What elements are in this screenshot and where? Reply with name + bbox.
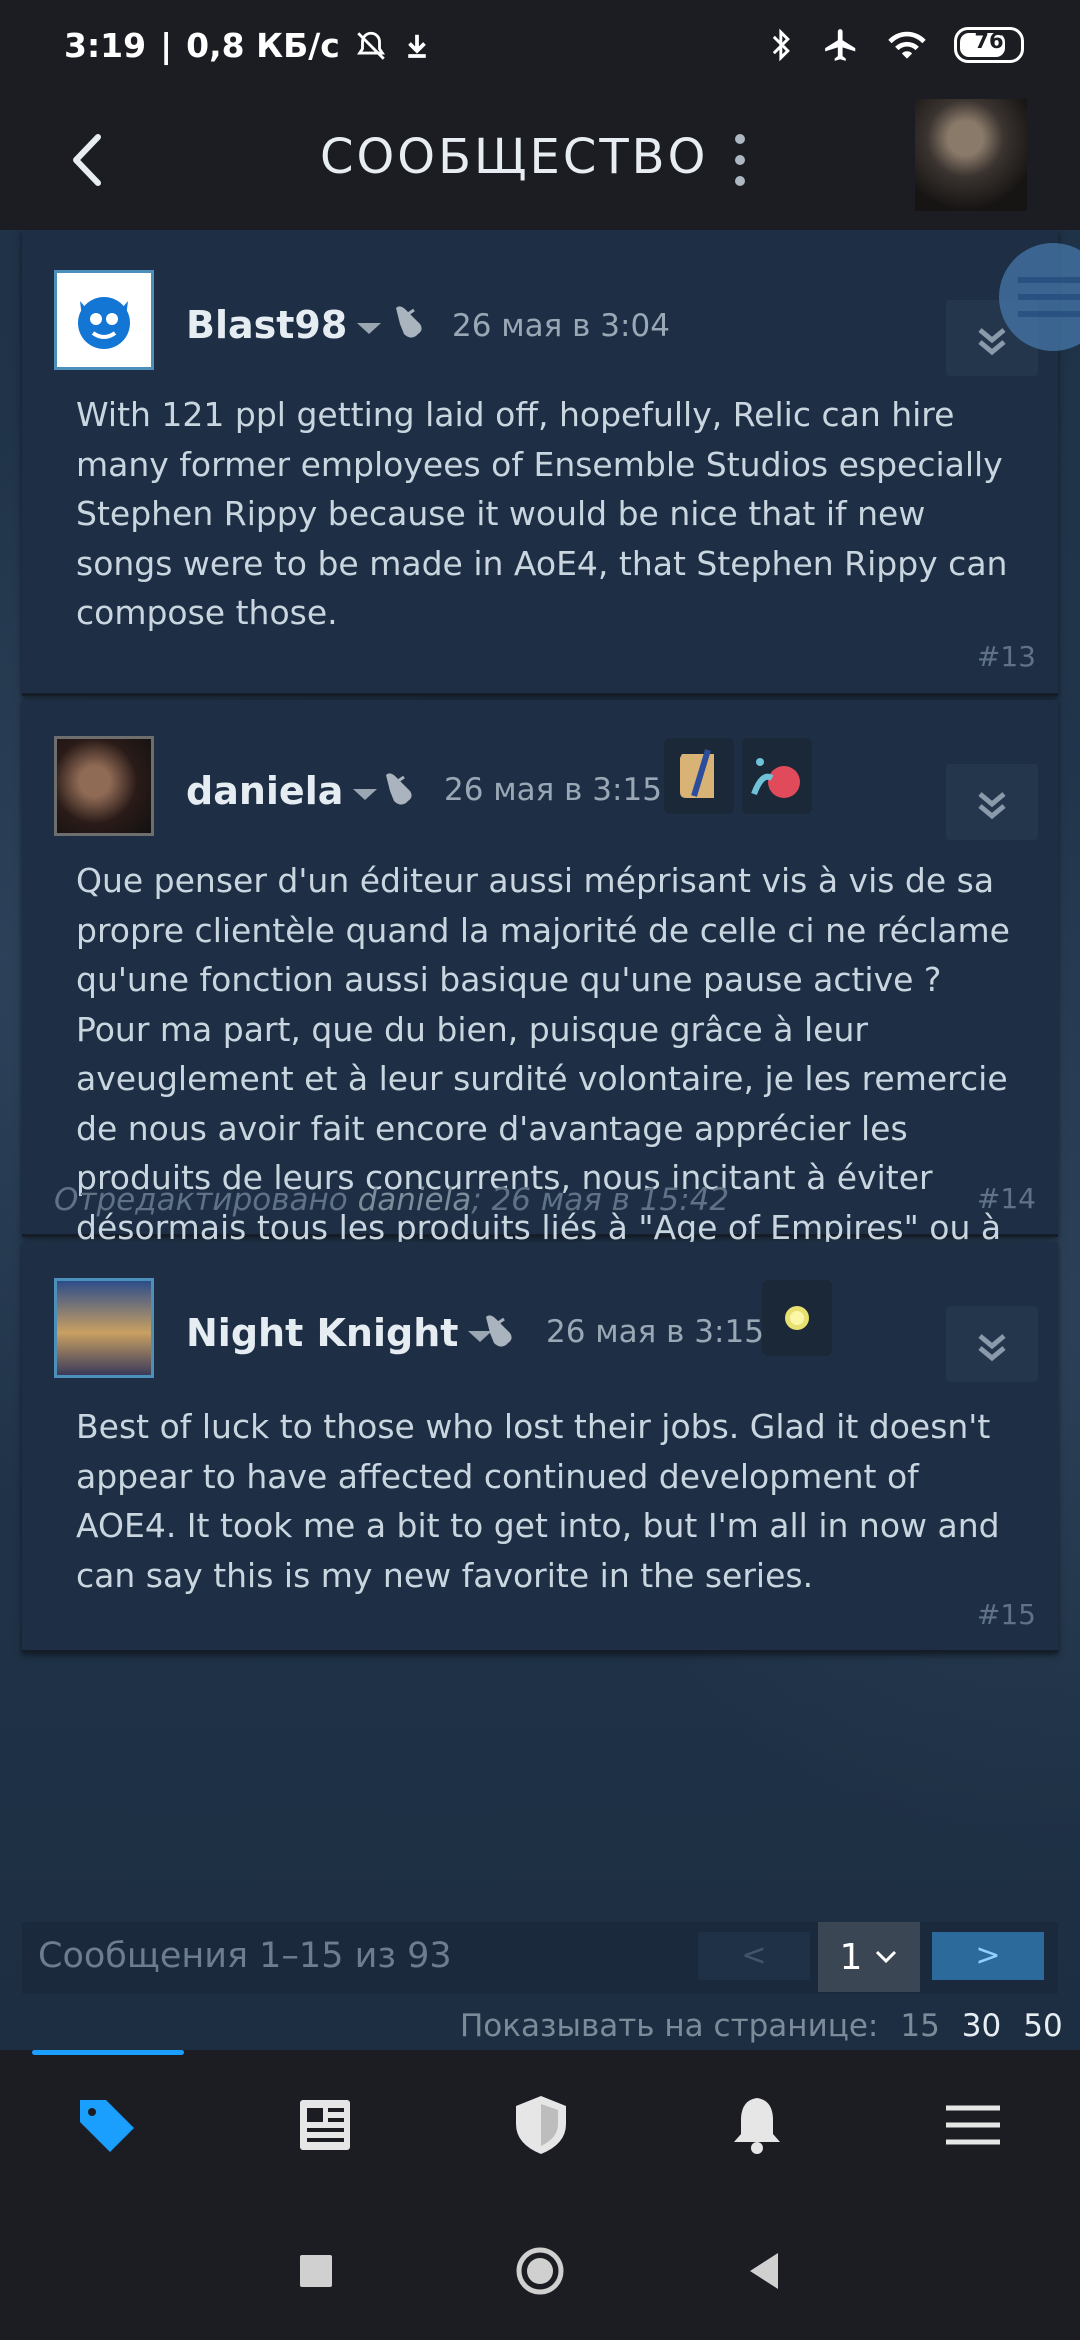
post-author[interactable]: Night Knight: [186, 1311, 493, 1355]
system-nav-bar: [0, 2200, 1080, 2340]
avatar[interactable]: [54, 270, 154, 370]
back-arrow-icon[interactable]: [56, 125, 126, 195]
edited-by[interactable]: daniela: [358, 1182, 472, 1218]
floating-menu-icon[interactable]: [998, 242, 1080, 352]
bell-icon[interactable]: [722, 2090, 792, 2160]
page-select[interactable]: 1: [818, 1922, 920, 1992]
mouse-icon: [386, 773, 412, 805]
bottom-nav: [0, 2050, 1080, 2200]
more-vertical-icon[interactable]: [720, 125, 760, 195]
post-number[interactable]: #14: [977, 1182, 1036, 1215]
user-avatar[interactable]: [915, 99, 1027, 211]
blue-creature-avatar-icon: [78, 297, 130, 349]
edited-note: Отредактировано daniela; 26 мая в 15:42: [54, 1182, 730, 1218]
prev-page-button[interactable]: <: [698, 1932, 810, 1980]
menu-icon[interactable]: [938, 2090, 1008, 2160]
scroll-badge-icon[interactable]: [664, 738, 734, 814]
download-icon: [408, 34, 426, 58]
post-timestamp: 26 мая в 3:15: [444, 772, 662, 808]
pagination-bar: Сообщения 1–15 из 93 < 1 >: [22, 1922, 1058, 1994]
dnd-icon: [356, 31, 385, 60]
avatar[interactable]: [54, 1278, 154, 1378]
status-speed: 0,8 КБ/с: [186, 26, 340, 65]
per-page-option-30[interactable]: 30: [962, 2008, 1001, 2044]
bluetooth-icon: [772, 28, 790, 62]
per-page-selector: Показывать на странице: 15 30 50: [460, 2008, 1063, 2044]
square-icon[interactable]: [290, 2245, 342, 2297]
caret-down-icon[interactable]: [357, 322, 382, 334]
message-count: Сообщения 1–15 из 93: [38, 1936, 452, 1976]
status-left: 3:19 | 0,8 КБ/с: [64, 26, 432, 65]
status-bar: 3:19 | 0,8 КБ/с 76: [0, 0, 1080, 95]
post-number[interactable]: #15: [977, 1598, 1036, 1631]
glowing-orb-badge-icon[interactable]: [762, 1280, 832, 1356]
chevron-double-down-icon[interactable]: [946, 1306, 1038, 1382]
news-icon[interactable]: [290, 2090, 360, 2160]
post-timestamp: 26 мая в 3:15: [546, 1314, 764, 1350]
next-page-button[interactable]: >: [932, 1932, 1044, 1980]
circle-icon[interactable]: [514, 2245, 566, 2297]
forum-post: Blast98 26 мая в 3:04 With 121 ppl getti…: [22, 230, 1058, 696]
forum-post: Night Knight 26 мая в 3:15 Best of luck …: [22, 1242, 1058, 1653]
post-author[interactable]: Blast98: [186, 303, 382, 347]
forum-post: daniela 26 мая в 3:15 Que penser d'un éd…: [22, 700, 1058, 1395]
mouse-icon: [486, 1315, 512, 1347]
post-timestamp: 26 мая в 3:04: [452, 308, 670, 344]
post-number[interactable]: #13: [977, 640, 1036, 673]
active-tab-indicator: [32, 2050, 184, 2055]
page-title: СООБЩЕСТВО: [320, 129, 709, 185]
chevron-double-down-icon[interactable]: [946, 764, 1038, 840]
status-right: 76: [768, 26, 1024, 64]
forum-thread: Blast98 26 мая в 3:04 With 121 ppl getti…: [0, 230, 1080, 2050]
post-author[interactable]: daniela: [186, 769, 378, 813]
app-header: СООБЩЕСТВО: [0, 95, 1080, 230]
battery-level: 76: [974, 29, 1004, 53]
wifi-icon: [888, 31, 926, 59]
avatar[interactable]: [54, 736, 154, 836]
battery-icon: 76: [954, 27, 1024, 63]
post-body: With 121 ppl getting laid off, hopefully…: [76, 395, 1008, 632]
status-time: 3:19: [64, 26, 147, 65]
triangle-back-icon[interactable]: [738, 2245, 790, 2297]
per-page-option-50[interactable]: 50: [1023, 2008, 1062, 2044]
shield-icon[interactable]: [506, 2090, 576, 2160]
airplane-icon: [825, 29, 856, 61]
post-body: Best of luck to those who lost their job…: [76, 1407, 1000, 1595]
chevron-down-icon: [876, 1950, 897, 1964]
tag-icon[interactable]: [72, 2090, 142, 2160]
snail-badge-icon[interactable]: [742, 738, 812, 814]
mouse-icon: [396, 306, 422, 338]
per-page-option-15[interactable]: 15: [900, 2008, 939, 2044]
caret-down-icon[interactable]: [353, 788, 378, 800]
